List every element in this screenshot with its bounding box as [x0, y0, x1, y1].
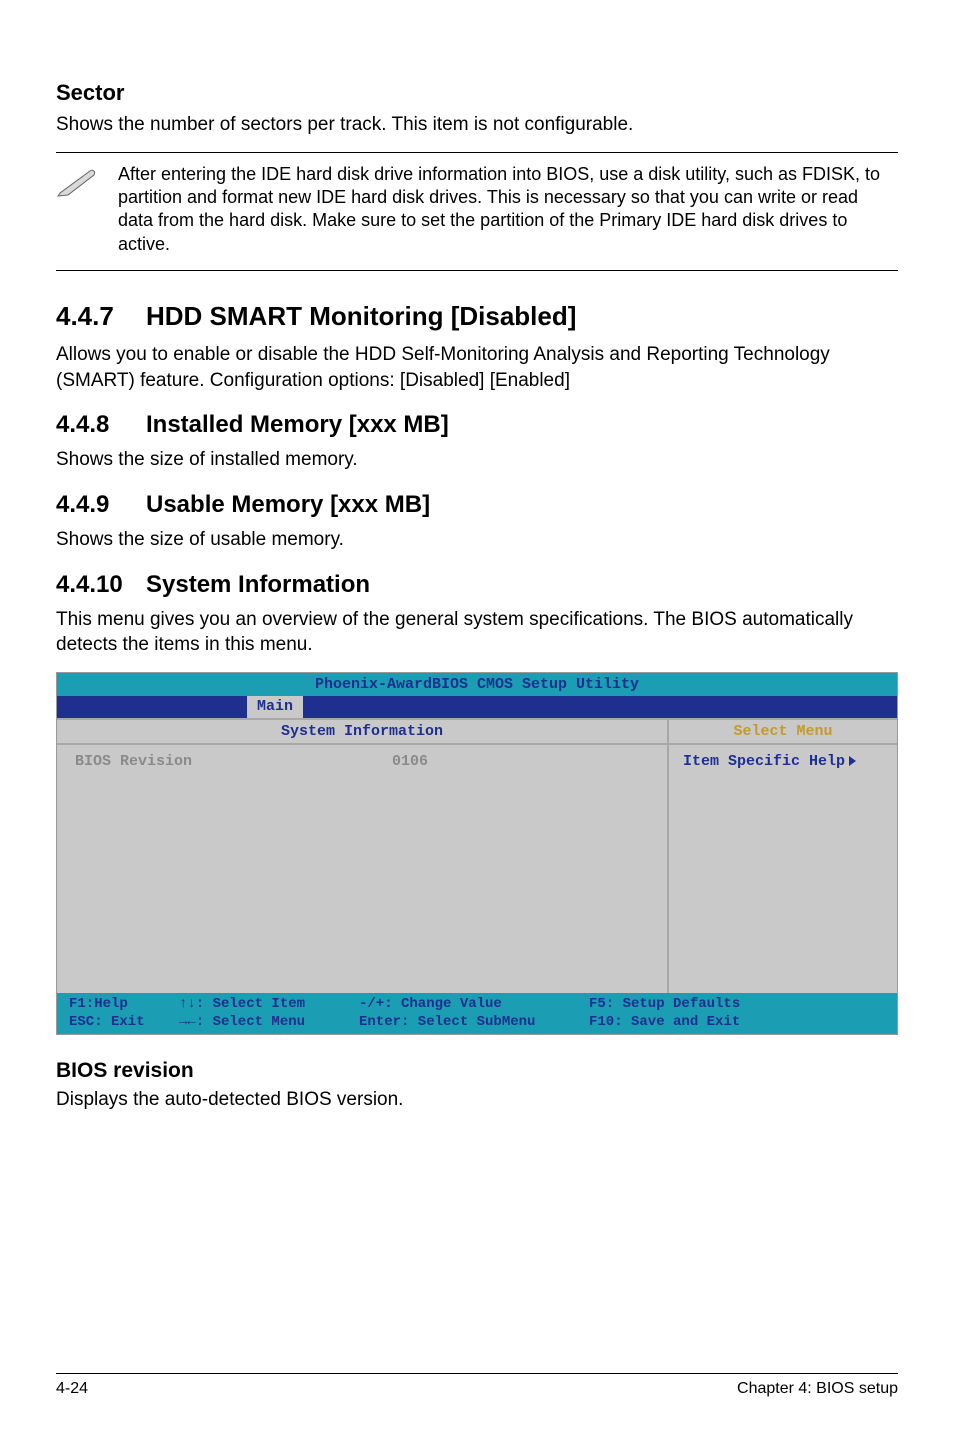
section-4410-body: This menu gives you an overview of the g… — [56, 607, 898, 658]
chapter-label: Chapter 4: BIOS setup — [737, 1380, 898, 1398]
bios-f5: F5: Setup Defaults — [589, 996, 885, 1014]
bios-body-left: BIOS Revision 0106 — [57, 745, 667, 993]
bios-esc: ESC: Exit — [69, 1014, 179, 1032]
bios-header-row: System Information Select Menu — [57, 718, 897, 743]
section-447-num: 4.4.7 — [56, 301, 146, 332]
section-447-heading: 4.4.7 HDD SMART Monitoring [Disabled] — [56, 301, 898, 332]
sector-heading: Sector — [56, 80, 898, 106]
section-448-heading: 4.4.8 Installed Memory [xxx MB] — [56, 411, 898, 439]
page-number: 4-24 — [56, 1380, 88, 1398]
pen-icon — [56, 163, 100, 257]
section-448-num: 4.4.8 — [56, 411, 146, 439]
bios-body-row: BIOS Revision 0106 Item Specific Help — [57, 743, 897, 993]
section-447-body: Allows you to enable or disable the HDD … — [56, 342, 898, 393]
note-box: After entering the IDE hard disk drive i… — [56, 152, 898, 272]
bios-left-header: System Information — [57, 720, 667, 743]
bios-enter-submenu: Enter: Select SubMenu — [359, 1014, 589, 1032]
bios-screen: Phoenix-AwardBIOS CMOS Setup Utility Mai… — [56, 672, 898, 1035]
bios-tabbar: Main — [57, 696, 897, 718]
section-449-title: Usable Memory [xxx MB] — [146, 491, 898, 519]
bios-revision-heading: BIOS revision — [56, 1059, 898, 1083]
bios-footer: F1:Help ESC: Exit ↑↓: Select Item →←: Se… — [57, 993, 897, 1034]
bios-title: Phoenix-AwardBIOS CMOS Setup Utility — [57, 673, 897, 696]
bios-select-item: ↑↓: Select Item — [179, 996, 359, 1014]
triangle-right-icon — [849, 756, 856, 766]
sector-body: Shows the number of sectors per track. T… — [56, 112, 898, 138]
bios-select-menu: →←: Select Menu — [179, 1014, 359, 1032]
section-449-heading: 4.4.9 Usable Memory [xxx MB] — [56, 491, 898, 519]
bios-f1: F1:Help — [69, 996, 179, 1014]
section-447-title: HDD SMART Monitoring [Disabled] — [146, 301, 898, 332]
section-448-title: Installed Memory [xxx MB] — [146, 411, 898, 439]
bios-right-header: Select Menu — [667, 720, 897, 743]
bios-body-right: Item Specific Help — [667, 745, 897, 993]
note-text: After entering the IDE hard disk drive i… — [118, 163, 898, 257]
page-footer: 4-24 Chapter 4: BIOS setup — [56, 1373, 898, 1398]
bios-change-value: -/+: Change Value — [359, 996, 589, 1014]
bios-row-value: 0106 — [392, 753, 428, 985]
bios-f10: F10: Save and Exit — [589, 1014, 885, 1032]
section-448-body: Shows the size of installed memory. — [56, 447, 898, 473]
section-4410-num: 4.4.10 — [56, 571, 146, 599]
bios-row-label[interactable]: BIOS Revision — [75, 753, 192, 985]
bios-help-label: Item Specific Help — [683, 753, 845, 770]
bios-tab-main[interactable]: Main — [247, 696, 303, 718]
section-4410-title: System Information — [146, 571, 898, 599]
section-449-num: 4.4.9 — [56, 491, 146, 519]
section-4410-heading: 4.4.10 System Information — [56, 571, 898, 599]
section-449-body: Shows the size of usable memory. — [56, 527, 898, 553]
bios-revision-body: Displays the auto-detected BIOS version. — [56, 1087, 898, 1113]
